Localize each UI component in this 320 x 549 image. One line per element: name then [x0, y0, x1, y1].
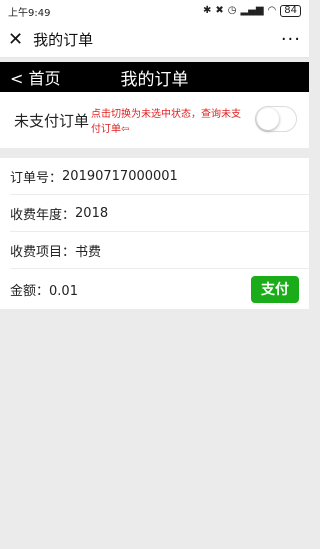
fee-year-label: 收费年度 [10, 207, 63, 223]
order-card: 订单号： 20190717000001 收费年度： 2018 收费项目：书费 金额：… [0, 158, 309, 309]
amount-row: 金额：0.01 支付 [10, 269, 309, 309]
toggle-knob [257, 108, 279, 130]
unpaid-filter-toggle[interactable] [255, 106, 297, 132]
fee-item-label: 收费项目 [10, 244, 63, 260]
order-number-label: 订单号 [10, 170, 50, 186]
close-icon[interactable]: ✕ [8, 30, 23, 49]
unpaid-filter-label: 未支付订单 [14, 111, 90, 130]
bluetooth-icon: ✱ [202, 5, 212, 16]
amount-value: 0.01 [49, 283, 78, 299]
fee-item-value: 书费 [75, 244, 102, 260]
wifi-icon: ◠ [267, 5, 277, 16]
status-icons: ✱ ✖ ◷ ▂▄▆ ◠ 84 [203, 5, 301, 17]
arrow-left-icon: ⇦ [121, 124, 130, 135]
mute-icon: ✖ [215, 5, 224, 16]
fee-year-row: 收费年度： 2018 [10, 195, 309, 232]
order-number-row: 订单号： 20190717000001 [10, 158, 309, 195]
section-gap [0, 148, 309, 158]
fee-item-row: 收费项目：书费 [10, 232, 309, 269]
fee-year-value: 2018 [75, 205, 109, 221]
signal-icon: ▂▄▆ [240, 5, 264, 16]
battery-icon: 84 [280, 5, 301, 17]
order-number-value: 20190717000001 [62, 168, 178, 184]
filter-hint: 点击切换为未选中状态，查询未支付订单⇦ [91, 107, 249, 137]
unpaid-filter-row: 未支付订单 点击切换为未选中状态，查询未支付订单⇦ [0, 92, 309, 148]
back-to-home-link[interactable]: < 首页 [10, 62, 61, 92]
status-time: 上午9:49 [8, 7, 51, 19]
wechat-page-title: 我的订单 [33, 31, 94, 49]
wechat-header: ✕ 我的订单 ··· [0, 22, 309, 58]
alarm-icon: ◷ [227, 5, 237, 16]
navbar: < 首页 我的订单 [0, 62, 309, 92]
status-bar: 上午9:49 ✱ ✖ ◷ ▂▄▆ ◠ 84 [0, 0, 309, 22]
more-icon[interactable]: ··· [281, 30, 301, 49]
filter-hint-text: 点击切换为未选中状态，查询未支付订单 [91, 109, 242, 135]
amount-label: 金额 [10, 283, 37, 299]
pay-button[interactable]: 支付 [251, 275, 299, 303]
